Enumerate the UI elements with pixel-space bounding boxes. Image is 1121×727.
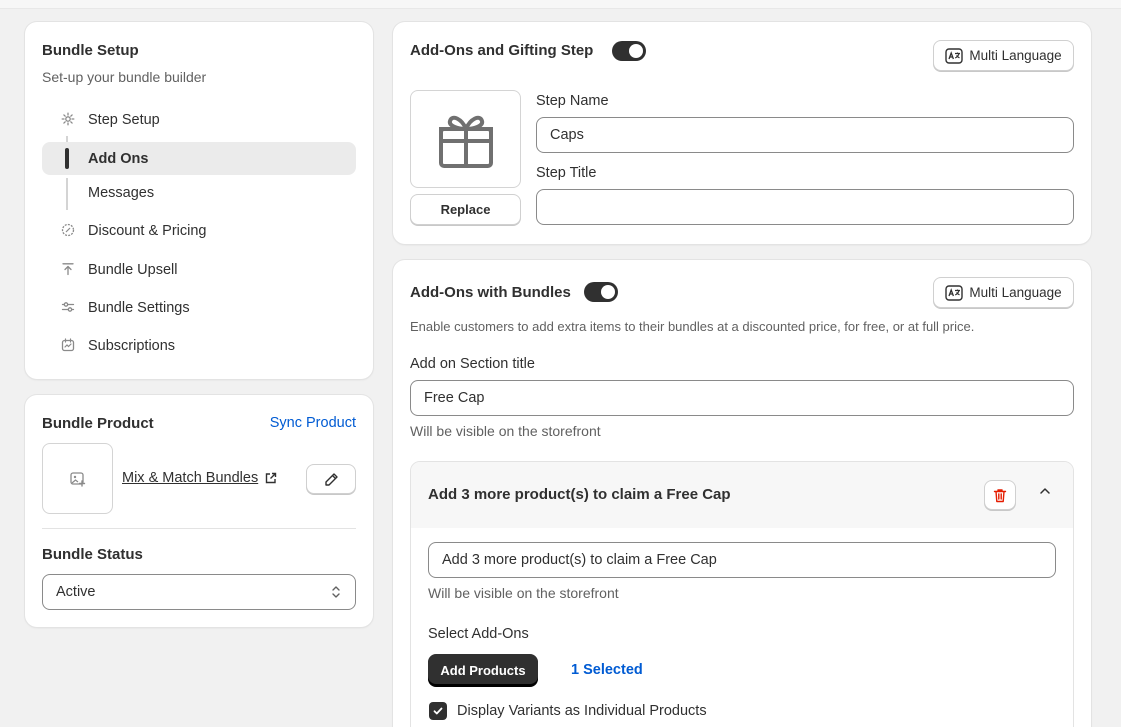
translate-icon [945,47,964,64]
tier-message-help: Will be visible on the storefront [428,585,619,601]
delete-tier-button[interactable] [984,480,1016,510]
nav-label: Step Setup [88,111,160,128]
add-products-label: Add Products [440,662,526,678]
replace-button[interactable]: Replace [410,194,521,225]
gifting-step-card: Add-Ons and Gifting Step Multi Language … [393,22,1091,244]
nav-label: Discount & Pricing [88,222,207,239]
product-thumbnail[interactable] [42,443,113,514]
bundle-status-value: Active [56,584,96,600]
step-name-label: Step Name [536,93,609,109]
checkmark-icon [432,705,444,717]
step-image-box[interactable] [410,90,521,188]
nav-item-bundle-settings[interactable]: Bundle Settings [42,291,356,324]
tier-message-value: Add 3 more product(s) to claim a Free Ca… [442,552,717,568]
trash-icon [993,488,1007,503]
divider [42,528,356,529]
product-link[interactable]: Mix & Match Bundles [122,470,277,486]
nav-item-step-setup[interactable]: Step Setup [42,103,356,136]
top-bar [0,0,1121,9]
badge-icon [61,223,75,237]
section-title-input[interactable]: Free Cap [410,380,1074,416]
bundle-setup-title: Bundle Setup [42,42,139,59]
gear-icon [61,112,75,126]
addon-tier-heading: Add 3 more product(s) to claim a Free Ca… [428,486,731,503]
step-title-label: Step Title [536,165,597,181]
selected-count-link[interactable]: 1 Selected [571,662,643,678]
bundle-setup-card: Bundle Setup Set-up your bundle builder … [25,22,373,379]
display-variants-checkbox[interactable] [429,702,447,720]
pencil-icon [324,472,339,487]
addons-bundles-toggle[interactable] [584,282,618,302]
sliders-icon [61,300,75,314]
nav-item-subscriptions[interactable]: Subscriptions [42,329,356,362]
section-title-label: Add on Section title [410,356,535,372]
multi-language-label: Multi Language [969,285,1062,300]
edit-product-button[interactable] [306,464,356,494]
nav-item-add-ons[interactable]: Add Ons [42,142,356,175]
addons-bundles-card: Add-Ons with Bundles Multi Language Enab… [393,260,1091,727]
step-title-input[interactable] [536,189,1074,225]
upload-icon [61,262,75,276]
addons-description: Enable customers to add extra items to t… [410,319,975,334]
step-name-value: Caps [550,127,584,143]
sync-product-link[interactable]: Sync Product [270,415,356,431]
section-title-value: Free Cap [424,390,485,406]
nav-item-discount-pricing[interactable]: Discount & Pricing [42,214,356,247]
nav-label: Messages [88,184,155,201]
bundle-status-title: Bundle Status [42,546,143,563]
active-indicator [65,148,69,169]
nav-item-messages[interactable]: Messages [42,176,356,209]
replace-label: Replace [440,202,491,217]
bundle-setup-subtitle: Set-up your bundle builder [42,69,207,85]
tier-message-input[interactable]: Add 3 more product(s) to claim a Free Ca… [428,542,1056,578]
calendar-icon [61,338,75,352]
select-addons-label: Select Add-Ons [428,626,529,642]
multi-language-button[interactable]: Multi Language [933,40,1074,71]
display-variants-label: Display Variants as Individual Products [457,703,707,719]
product-name: Mix & Match Bundles [122,470,259,486]
bundle-product-title: Bundle Product [42,415,154,432]
step-name-input[interactable]: Caps [536,117,1074,153]
gifting-step-toggle[interactable] [612,41,646,61]
translate-icon [945,284,964,301]
image-add-icon [69,470,87,488]
addons-bundles-title: Add-Ons with Bundles [410,284,571,301]
gift-icon [438,109,494,169]
nav-label: Subscriptions [88,337,176,354]
nav-label: Bundle Settings [88,299,190,316]
external-link-icon [264,472,277,485]
bundle-status-select[interactable]: Active [42,574,356,610]
multi-language-label: Multi Language [969,48,1062,63]
nav-item-bundle-upsell[interactable]: Bundle Upsell [42,253,356,286]
bundle-product-card: Bundle Product Sync Product Mix & Match … [25,395,373,627]
gifting-step-title: Add-Ons and Gifting Step [410,42,594,59]
chevron-up-icon[interactable] [1038,484,1052,498]
add-products-button[interactable]: Add Products [428,654,538,686]
nav-label: Bundle Upsell [88,261,178,278]
select-chevron-icon [331,585,341,599]
addon-tier-card: Add 3 more product(s) to claim a Free Ca… [410,461,1074,727]
multi-language-button[interactable]: Multi Language [933,277,1074,308]
nav-label: Add Ons [88,150,149,167]
section-title-help: Will be visible on the storefront [410,423,601,439]
